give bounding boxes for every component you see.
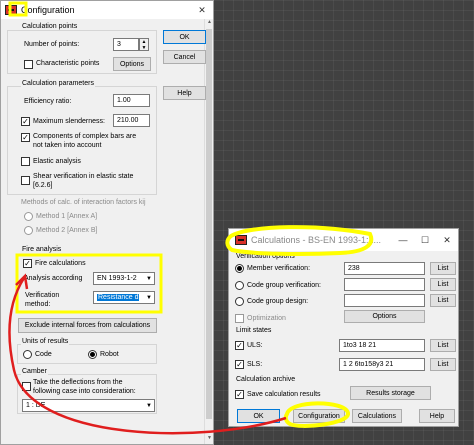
highlight-calc-title [225,225,374,256]
highlight-fire-group [15,253,163,314]
highlight-configuration-button [283,401,350,428]
annotation-layer [8,1,374,435]
highlight-config-icon [8,1,28,17]
annotation-arrow [8,277,287,435]
